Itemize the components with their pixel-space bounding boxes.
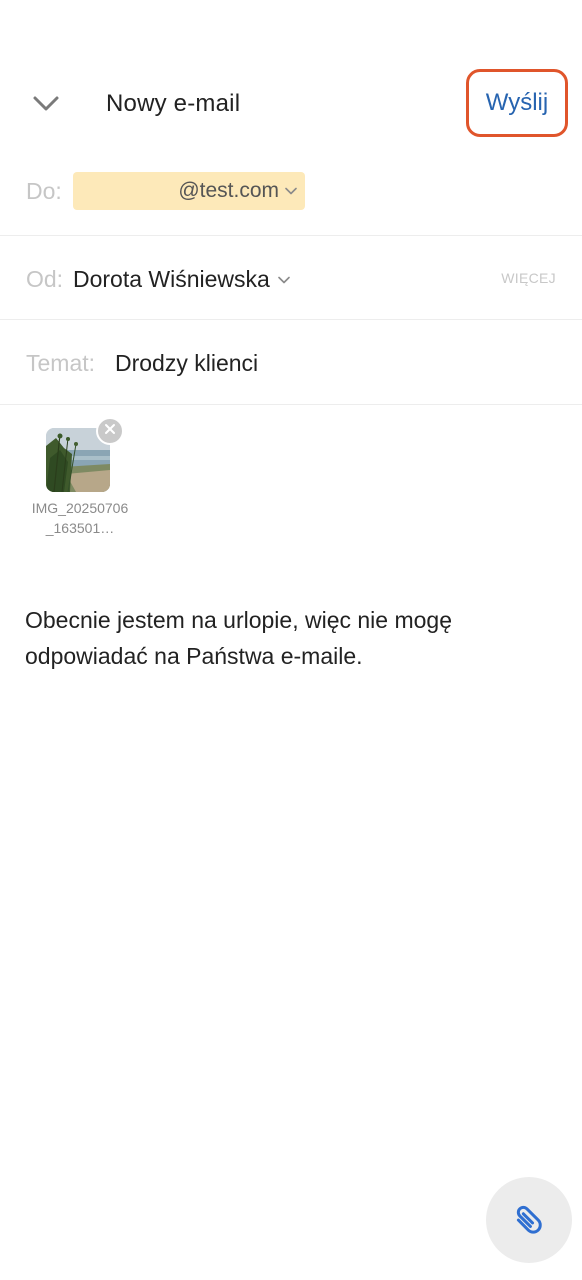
from-selector[interactable]: Dorota Wiśniewska — [73, 266, 290, 293]
chevron-down-icon — [285, 187, 297, 195]
attachment-item: IMG_20250706_163501… — [30, 417, 130, 540]
subject-row: Temat: Drodzy klienci — [0, 320, 582, 405]
attach-file-button[interactable] — [486, 1177, 572, 1263]
collapse-button[interactable] — [24, 88, 68, 124]
from-address: Dorota Wiśniewska — [73, 266, 270, 292]
recipient-address: @test.com — [178, 179, 279, 202]
message-body[interactable]: Obecnie jestem na urlopie, więc nie mogę… — [25, 602, 555, 674]
subject-label: Temat: — [26, 350, 96, 376]
page-title: Nowy e-mail — [106, 90, 241, 117]
more-button[interactable]: WIĘCEJ — [501, 270, 556, 286]
subject-input[interactable]: Drodzy klienci — [115, 350, 258, 377]
from-row: Od: Dorota Wiśniewska WIĘCEJ — [0, 236, 582, 320]
from-label: Od: — [26, 266, 64, 292]
compose-header: Nowy e-mail Wyślij — [0, 60, 582, 150]
to-row: Do: @test.com — [0, 150, 582, 236]
send-button[interactable]: Wyślij — [466, 69, 568, 137]
close-icon — [104, 422, 116, 440]
paperclip-icon — [509, 1198, 549, 1243]
recipient-chip[interactable]: @test.com — [73, 172, 305, 210]
remove-attachment-button[interactable] — [96, 417, 124, 445]
chevron-down-icon — [32, 95, 60, 118]
to-label: Do: — [26, 178, 62, 204]
attachment-filename: IMG_20250706_163501… — [31, 500, 129, 536]
chevron-down-icon — [278, 276, 290, 284]
